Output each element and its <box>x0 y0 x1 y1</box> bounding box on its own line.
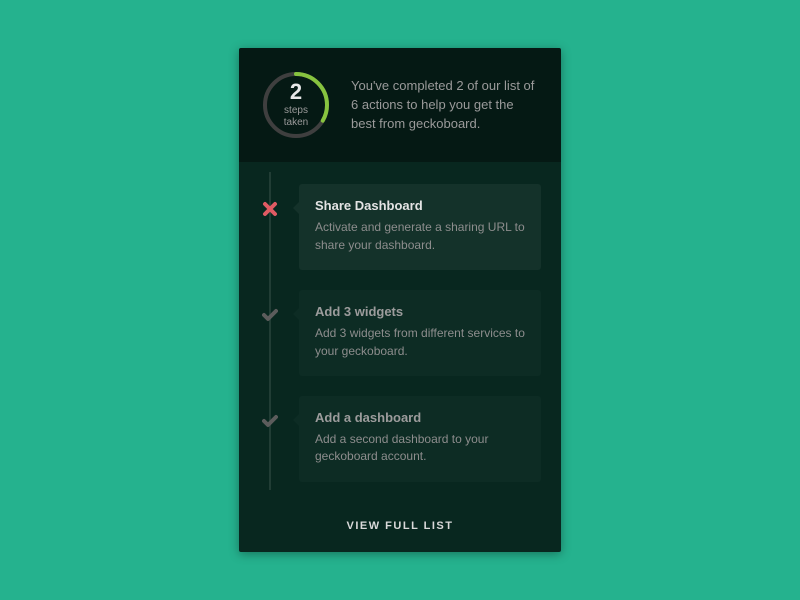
step-desc: Add 3 widgets from different services to… <box>315 325 525 360</box>
steps-timeline: Share Dashboard Activate and generate a … <box>239 162 561 499</box>
step-title: Share Dashboard <box>315 198 525 213</box>
check-icon <box>259 304 281 326</box>
step-item: Add a dashboard Add a second dashboard t… <box>259 396 541 482</box>
ring-sub: steps taken <box>284 105 308 129</box>
summary-text: You've completed 2 of our list of 6 acti… <box>351 77 537 134</box>
step-item: Share Dashboard Activate and generate a … <box>259 184 541 270</box>
step-desc: Add a second dashboard to your geckoboar… <box>315 431 525 466</box>
step-card[interactable]: Share Dashboard Activate and generate a … <box>299 184 541 270</box>
step-title: Add 3 widgets <box>315 304 525 319</box>
cross-icon <box>259 198 281 220</box>
onboarding-card: 2 steps taken You've completed 2 of our … <box>239 48 561 551</box>
step-card[interactable]: Add 3 widgets Add 3 widgets from differe… <box>299 290 541 376</box>
check-icon <box>259 410 281 432</box>
step-card[interactable]: Add a dashboard Add a second dashboard t… <box>299 396 541 482</box>
step-title: Add a dashboard <box>315 410 525 425</box>
card-header: 2 steps taken You've completed 2 of our … <box>239 48 561 162</box>
card-footer: VIEW FULL LIST <box>239 500 561 552</box>
step-item: Add 3 widgets Add 3 widgets from differe… <box>259 290 541 376</box>
ring-label: 2 steps taken <box>261 70 331 140</box>
view-full-list-link[interactable]: VIEW FULL LIST <box>347 520 454 532</box>
ring-count: 2 <box>290 81 302 103</box>
progress-ring: 2 steps taken <box>261 70 331 140</box>
step-desc: Activate and generate a sharing URL to s… <box>315 219 525 254</box>
